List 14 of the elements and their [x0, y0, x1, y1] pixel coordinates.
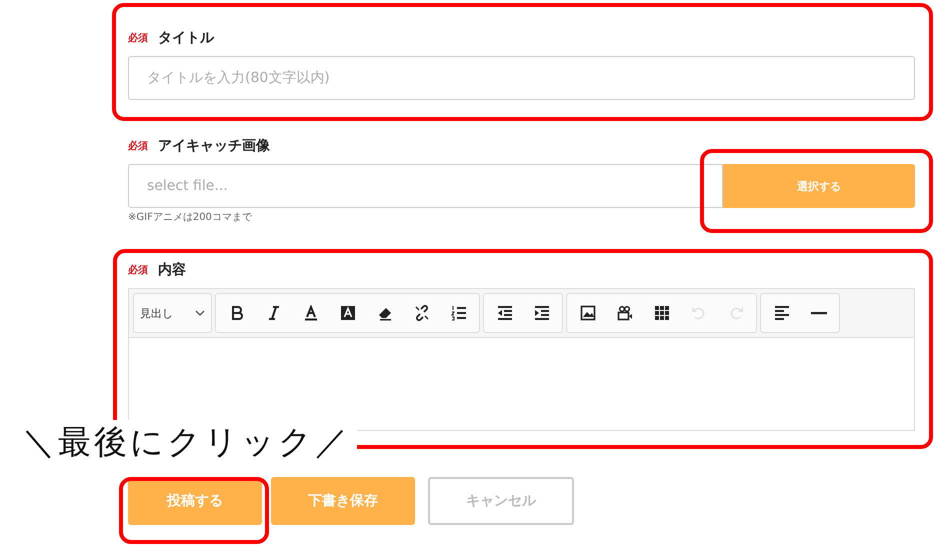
heading-select[interactable]: 見出し — [133, 293, 212, 333]
required-label: 必須 — [128, 32, 148, 45]
field-label: アイキャッチ画像 — [158, 137, 270, 155]
file-input[interactable]: select file... — [128, 164, 723, 208]
caret-icon — [195, 310, 205, 316]
title-input[interactable]: タイトルを入力(80文字以内) — [128, 56, 915, 100]
required-label: 必須 — [128, 264, 148, 277]
field-label: タイトル — [158, 29, 214, 47]
select-button[interactable]: 選択する — [723, 164, 915, 208]
action-button[interactable]: 下書き保存 — [271, 477, 415, 525]
cancel-button[interactable]: キャンセル — [428, 477, 574, 525]
required-label: 必須 — [128, 140, 148, 153]
note-text: ※GIFアニメは200コマまで — [128, 211, 253, 224]
field-label: 内容 — [158, 261, 186, 279]
